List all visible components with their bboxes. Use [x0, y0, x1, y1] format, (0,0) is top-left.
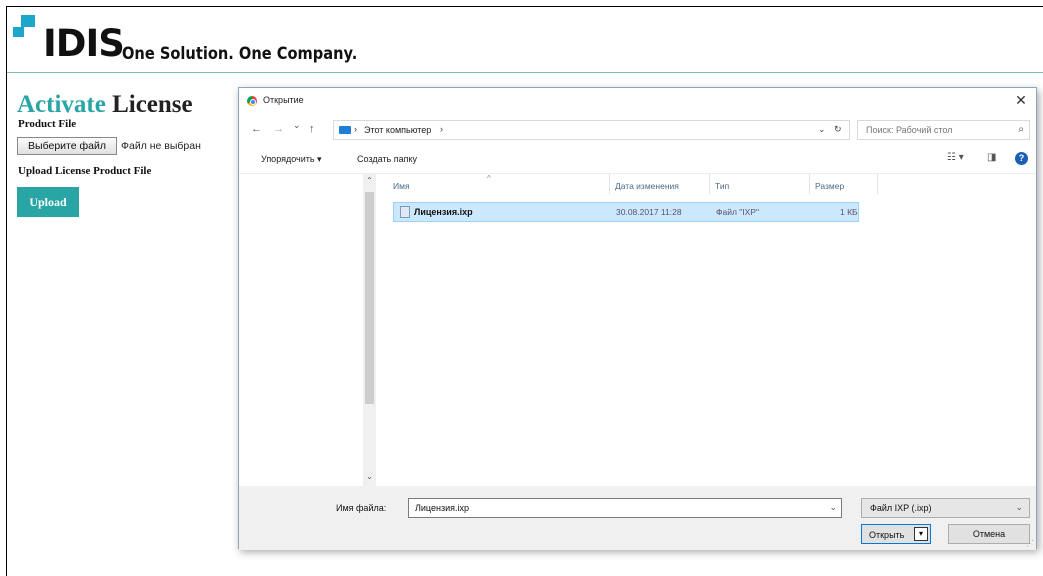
forward-arrow-icon[interactable]: →	[273, 123, 284, 135]
new-folder-button[interactable]: Создать папку	[357, 154, 417, 164]
filename-value: Лицензия.ixp	[415, 503, 469, 513]
dialog-toolbar: Упорядочить ▾ Создать папку ☷ ▾ ◨ ?	[239, 144, 1036, 174]
file-row[interactable]: Лицензия.ixp 30.08.2017 11:28 Файл "IXP"…	[393, 202, 859, 222]
browser-page: IDIS One Solution. One Company. Activate…	[6, 6, 1043, 576]
title-accent: Activate	[17, 91, 106, 118]
navigation-pane[interactable]	[239, 174, 363, 486]
address-trail-chevron-icon[interactable]: ›	[440, 124, 443, 134]
file-icon	[400, 206, 410, 218]
search-icon: ⌕	[1018, 124, 1024, 135]
open-dropdown-arrow-icon[interactable]: ▾	[914, 527, 928, 541]
column-header-size[interactable]: Размер	[815, 181, 844, 191]
filename-dropdown-chevron-icon[interactable]: ⌄	[829, 502, 837, 513]
title-rest: License	[105, 91, 193, 118]
column-header-name[interactable]: Имя	[393, 181, 410, 191]
column-separator[interactable]	[809, 174, 810, 194]
site-header: IDIS One Solution. One Company.	[7, 7, 1043, 73]
column-separator[interactable]	[877, 174, 878, 194]
activate-license-title: Activate License	[17, 91, 193, 119]
search-input[interactable]: Поиск: Рабочий стол	[866, 125, 952, 135]
upload-license-label: Upload License Product File	[18, 165, 152, 177]
column-header-type[interactable]: Тип	[715, 181, 729, 191]
open-button-label: Открыть	[869, 530, 905, 540]
address-location[interactable]: Этот компьютер	[364, 125, 431, 135]
logo-square-top	[21, 15, 35, 27]
dialog-footer: Имя файла: Лицензия.ixp ⌄ Файл IXP (.ixp…	[239, 486, 1036, 550]
navigation-bar: ← → ⌄ ↑ › Этот компьютер › ⌄ ↻ Поиск: Ра…	[239, 114, 1036, 144]
file-list[interactable]: ^ Имя Дата изменения Тип Размер Лицензия…	[383, 174, 1038, 486]
refresh-icon[interactable]: ↻	[834, 124, 842, 135]
address-bar[interactable]: › Этот компьютер › ⌄ ↻	[333, 120, 850, 140]
organize-menu-button[interactable]: Упорядочить ▾	[261, 154, 322, 165]
product-file-label: Product File	[18, 118, 77, 130]
upload-button[interactable]: Upload	[17, 187, 79, 217]
logo-square-bottom	[13, 27, 24, 37]
computer-icon	[339, 126, 351, 134]
cancel-button[interactable]: Отмена	[948, 524, 1030, 544]
scroll-down-icon[interactable]: ⌄	[364, 472, 375, 481]
file-type-select[interactable]: Файл IXP (.ixp) ⌄	[861, 498, 1030, 518]
address-separator-icon: ›	[354, 124, 357, 134]
open-button[interactable]: Открыть ▾	[861, 524, 931, 544]
file-name: Лицензия.ixp	[414, 207, 473, 217]
choose-file-button[interactable]: Выберите файл	[17, 137, 117, 155]
chrome-icon	[247, 96, 257, 106]
brand-name: IDIS	[43, 22, 125, 65]
open-file-dialog: Открытие ✕ ← → ⌄ ↑ › Этот компьютер › ⌄ …	[238, 87, 1037, 550]
scroll-up-icon[interactable]: ⌃	[364, 176, 375, 185]
preview-pane-icon[interactable]: ◨	[987, 152, 996, 163]
back-arrow-icon[interactable]: ←	[251, 123, 262, 135]
filename-label: Имя файла:	[336, 503, 387, 513]
column-separator[interactable]	[609, 174, 610, 194]
dialog-title: Открытие	[263, 95, 304, 105]
address-dropdown-chevron-icon[interactable]: ⌄	[818, 124, 826, 135]
brand-tagline: One Solution. One Company.	[122, 44, 358, 64]
resize-grip-icon[interactable]: ⋰	[1026, 539, 1034, 548]
close-icon[interactable]: ✕	[1012, 91, 1030, 109]
column-header-date[interactable]: Дата изменения	[615, 181, 679, 191]
recent-locations-chevron-icon[interactable]: ⌄	[293, 120, 301, 131]
search-box[interactable]: Поиск: Рабочий стол ⌕	[857, 120, 1030, 140]
view-options-icon[interactable]: ☷ ▾	[947, 152, 964, 163]
up-arrow-icon[interactable]: ↑	[309, 123, 315, 135]
file-type-value: Файл IXP (.ixp)	[870, 503, 932, 513]
help-icon[interactable]: ?	[1015, 152, 1028, 165]
navigation-scrollbar[interactable]: ⌃ ⌄	[363, 174, 376, 486]
scroll-thumb[interactable]	[365, 192, 374, 404]
idis-logo-icon	[13, 15, 41, 49]
dialog-content: ⌃ ⌄ ^ Имя Дата изменения Тип Размер Лице…	[239, 174, 1036, 486]
dialog-titlebar[interactable]: Открытие ✕	[239, 88, 1036, 114]
column-separator[interactable]	[709, 174, 710, 194]
no-file-selected-text: Файл не выбран	[121, 140, 201, 152]
filename-input[interactable]: Лицензия.ixp ⌄	[408, 498, 842, 518]
file-date: 30.08.2017 11:28	[616, 207, 682, 217]
file-type: Файл "IXP"	[716, 207, 759, 217]
file-type-chevron-icon: ⌄	[1015, 502, 1023, 512]
file-size: 1 КБ	[840, 207, 858, 217]
sort-indicator-icon: ^	[487, 174, 491, 183]
